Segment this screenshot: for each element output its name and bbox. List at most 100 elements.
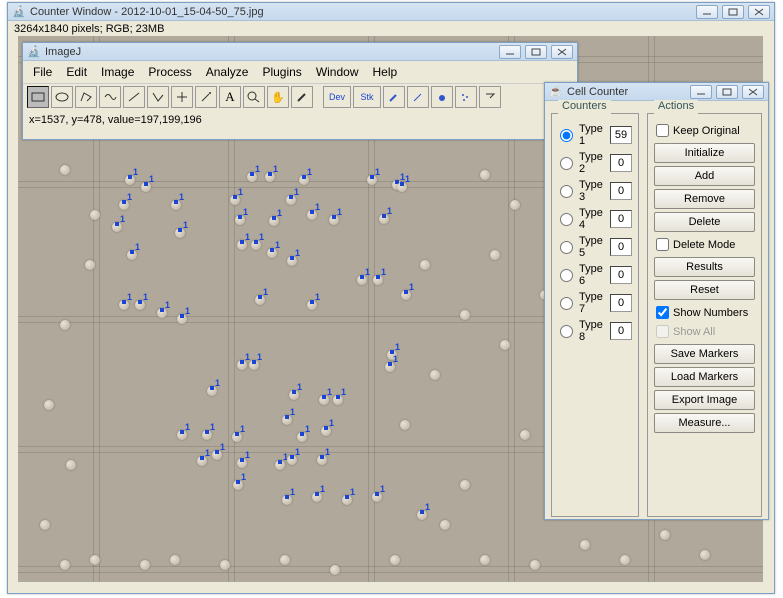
counter-radio-type8[interactable] (560, 325, 573, 338)
cell (90, 210, 100, 220)
counter-count: 0 (610, 322, 632, 340)
cell (140, 560, 150, 570)
counter-marker (210, 386, 214, 390)
export-image-button[interactable]: Export Image (654, 390, 755, 410)
wand-tool[interactable] (195, 86, 217, 108)
marker-label: 1 (259, 232, 264, 242)
counter-radio-type4[interactable] (560, 213, 573, 226)
cell (520, 430, 530, 440)
marker-label: 1 (315, 292, 320, 302)
counter-title: Counter Window - 2012-10-01_15-04-50_75.… (30, 6, 696, 18)
delete-mode-check[interactable]: Delete Mode (654, 235, 755, 254)
delete-button[interactable]: Delete (654, 212, 755, 232)
flood-tool[interactable] (431, 86, 453, 108)
cell (280, 555, 290, 565)
reset-button[interactable]: Reset (654, 280, 755, 300)
counter-marker (285, 415, 289, 419)
pencil-tool[interactable] (407, 86, 429, 108)
counter-radio-type3[interactable] (560, 185, 573, 198)
counter-marker (270, 248, 274, 252)
cellcounter-titlebar[interactable]: ☕ Cell Counter (545, 83, 768, 101)
counter-marker (382, 214, 386, 218)
show-all-check[interactable]: Show All (654, 322, 755, 341)
counter-label: Type 3 (579, 179, 606, 203)
close-button[interactable] (742, 85, 764, 99)
zoom-tool[interactable] (243, 86, 265, 108)
marker-label: 1 (220, 442, 225, 452)
show-numbers-check[interactable]: Show Numbers (654, 303, 755, 322)
marker-label: 1 (127, 292, 132, 302)
menu-image[interactable]: Image (95, 63, 140, 81)
cell (66, 460, 76, 470)
counter-marker (278, 460, 282, 464)
line-tool[interactable] (123, 86, 145, 108)
text-tool[interactable]: A (219, 86, 241, 108)
keep-original-check[interactable]: Keep Original (654, 121, 755, 140)
counter-radio-type7[interactable] (560, 297, 573, 310)
polygon-tool[interactable] (75, 86, 97, 108)
marker-label: 1 (290, 487, 295, 497)
counter-radio-type1[interactable] (560, 129, 573, 142)
menu-analyze[interactable]: Analyze (200, 63, 255, 81)
marker-label: 1 (350, 487, 355, 497)
initialize-button[interactable]: Initialize (654, 143, 755, 163)
close-button[interactable] (748, 5, 770, 19)
menu-file[interactable]: File (27, 63, 58, 81)
marker-label: 1 (320, 484, 325, 494)
marker-label: 1 (149, 174, 154, 184)
menu-window[interactable]: Window (310, 63, 365, 81)
close-button[interactable] (551, 45, 573, 59)
results-button[interactable]: Results (654, 257, 755, 277)
counter-row-type5: Type 50 (558, 233, 632, 261)
menu-plugins[interactable]: Plugins (256, 63, 307, 81)
angle-tool[interactable] (147, 86, 169, 108)
maximize-button[interactable] (525, 45, 547, 59)
minimize-button[interactable] (690, 85, 712, 99)
counter-titlebar[interactable]: 🔬 Counter Window - 2012-10-01_15-04-50_7… (8, 3, 774, 21)
counter-radio-type2[interactable] (560, 157, 573, 170)
rect-tool[interactable] (27, 86, 49, 108)
minimize-button[interactable] (696, 5, 718, 19)
marker-label: 1 (185, 422, 190, 432)
cell (460, 480, 470, 490)
load-markers-button[interactable]: Load Markers (654, 367, 755, 387)
counter-count: 0 (610, 154, 632, 172)
freehand-tool[interactable] (99, 86, 121, 108)
counter-count: 0 (610, 182, 632, 200)
counter-radio-type6[interactable] (560, 269, 573, 282)
cell (500, 340, 510, 350)
counter-count: 0 (610, 294, 632, 312)
oval-tool[interactable] (51, 86, 73, 108)
hand-tool[interactable]: ✋ (267, 86, 289, 108)
counter-label: Type 6 (579, 263, 606, 287)
menu-edit[interactable]: Edit (60, 63, 93, 81)
save-markers-button[interactable]: Save Markers (654, 344, 755, 364)
menu-help[interactable]: Help (367, 63, 404, 81)
menu-process[interactable]: Process (142, 63, 197, 81)
stk-tool[interactable]: Stk (353, 86, 381, 108)
actions-heading: Actions (654, 100, 698, 112)
marker-label: 1 (387, 206, 392, 216)
spray-tool[interactable] (455, 86, 477, 108)
menu-tool[interactable] (479, 86, 501, 108)
marker-label: 1 (329, 418, 334, 428)
counter-label: Type 2 (579, 151, 606, 175)
minimize-button[interactable] (499, 45, 521, 59)
counter-marker (138, 300, 142, 304)
dev-tool[interactable]: Dev (323, 86, 351, 108)
imagej-titlebar[interactable]: 🔬 ImageJ (23, 43, 577, 61)
brush-tool[interactable] (383, 86, 405, 108)
counter-radio-type5[interactable] (560, 241, 573, 254)
marker-label: 1 (365, 267, 370, 277)
measure-button[interactable]: Measure... (654, 413, 755, 433)
remove-button[interactable]: Remove (654, 189, 755, 209)
cellcounter-title: Cell Counter (567, 86, 690, 98)
maximize-button[interactable] (722, 5, 744, 19)
counter-marker (180, 314, 184, 318)
marker-label: 1 (275, 240, 280, 250)
marker-label: 1 (120, 214, 125, 224)
add-button[interactable]: Add (654, 166, 755, 186)
maximize-button[interactable] (716, 85, 738, 99)
dropper-tool[interactable] (291, 86, 313, 108)
point-tool[interactable] (171, 86, 193, 108)
